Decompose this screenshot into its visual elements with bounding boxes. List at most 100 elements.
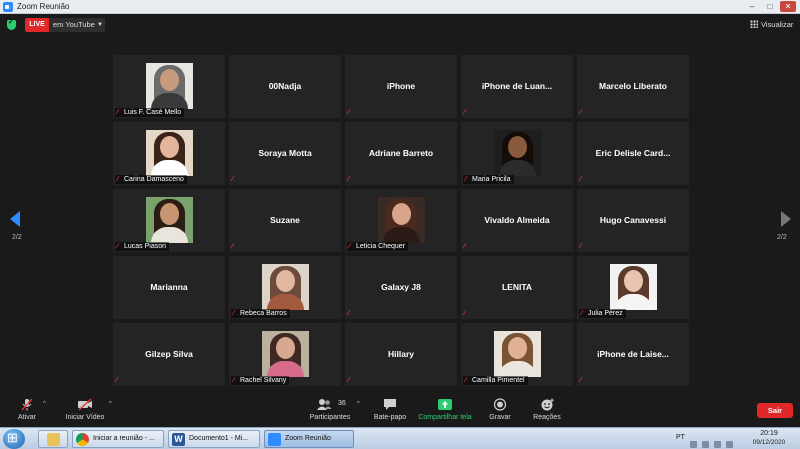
participant-name: Rebeca Barros <box>240 310 287 317</box>
participant-video <box>146 197 193 243</box>
participant-name: iPhone de Luan... <box>481 81 553 91</box>
participant-tile[interactable]: iPhone ⁄ <box>345 55 457 118</box>
participant-name: 00Nadja <box>268 81 302 91</box>
participant-tile[interactable]: ⁄ Rachel Silvany <box>229 323 341 386</box>
tray-volume-icon[interactable] <box>726 441 733 448</box>
participant-name: Maria Pricila <box>472 176 511 183</box>
minimize-icon[interactable]: – <box>744 1 760 12</box>
participant-name: Soraya Motta <box>258 148 312 158</box>
participants-button[interactable]: 36 Participantes <box>305 393 355 427</box>
participant-name-label: ⁄ Rachel Silvany <box>231 376 290 385</box>
muted-mic-icon: ⁄ <box>581 310 583 317</box>
view-button[interactable]: Visualizar <box>750 18 793 32</box>
tray-network-icon[interactable] <box>714 441 721 448</box>
unmute-button[interactable]: Ativar <box>10 393 44 427</box>
muted-mic-icon: ⁄ <box>464 243 466 250</box>
participant-tile[interactable]: ⁄ Lucas Piason <box>113 189 225 252</box>
participant-name: iPhone de Laise... <box>597 349 669 359</box>
participant-tile[interactable]: iPhone de Luan... ⁄ <box>461 55 573 118</box>
participant-tile[interactable]: ⁄ Luis F. Casé Mello <box>113 55 225 118</box>
live-badge: LIVE <box>25 18 49 32</box>
participant-tile[interactable]: Gilzep Silva ⁄ <box>113 323 225 386</box>
taskbar-app-explorer[interactable] <box>38 430 68 448</box>
share-screen-icon <box>438 399 452 410</box>
meeting-toolbar: Ativar ^ Iniciar Vídeo ^ 36 Participante… <box>0 393 800 427</box>
participant-name: Hillary <box>388 349 414 359</box>
start-video-button[interactable]: Iniciar Vídeo <box>62 393 108 427</box>
participant-video <box>494 331 541 377</box>
chrome-icon <box>76 433 89 446</box>
participant-tile[interactable]: ⁄ Camilla Pimentel <box>461 323 573 386</box>
live-stream-button[interactable]: LIVE em YouTube ▼ <box>25 18 105 32</box>
participant-tile[interactable]: iPhone de Laise... ⁄ <box>577 323 689 386</box>
participant-tile[interactable]: Marcelo Liberato ⁄ <box>577 55 689 118</box>
taskbar-app-label: Zoom Reunião <box>285 435 331 442</box>
muted-mic-icon: ⁄ <box>465 377 467 384</box>
muted-mic-icon: ⁄ <box>465 176 467 183</box>
clock-time[interactable]: 20:19 <box>754 430 784 437</box>
participant-name: Camilla Pimentel <box>472 377 525 384</box>
video-options-caret-icon[interactable]: ^ <box>109 401 112 407</box>
tray-flag-icon[interactable] <box>702 441 709 448</box>
previous-page-arrow-icon[interactable] <box>10 211 20 227</box>
word-icon: W <box>172 433 185 446</box>
participant-name: Suzane <box>270 215 300 225</box>
participant-tile[interactable]: Suzane ⁄ <box>229 189 341 252</box>
share-screen-button[interactable]: Compartilhar tela <box>414 393 476 427</box>
security-shield-icon[interactable] <box>7 18 16 30</box>
close-icon[interactable]: ✕ <box>780 1 796 12</box>
participant-video <box>494 130 541 176</box>
record-label: Gravar <box>489 414 511 421</box>
participant-tile[interactable]: Eric Delisle Card... ⁄ <box>577 122 689 185</box>
taskbar-app-label: Iniciar a reunião - ... <box>93 435 155 442</box>
audio-options-caret-icon[interactable]: ^ <box>43 401 46 407</box>
muted-mic-icon: ⁄ <box>117 109 119 116</box>
participant-tile[interactable]: Galaxy J8 ⁄ <box>345 256 457 319</box>
participant-tile[interactable]: Soraya Motta ⁄ <box>229 122 341 185</box>
reactions-smiley-icon <box>541 398 554 411</box>
taskbar-app-word[interactable]: W Documento1 - Mi... <box>168 430 260 448</box>
muted-mic-icon: ⁄ <box>580 109 582 116</box>
window-titlebar: Zoom Reunião – □ ✕ <box>0 0 800 14</box>
language-indicator[interactable]: PT <box>676 434 685 441</box>
system-tray[interactable] <box>690 435 742 448</box>
muted-microphone-icon <box>21 398 33 411</box>
reactions-button[interactable]: Reações <box>528 393 566 427</box>
participant-name: Hugo Canavessi <box>599 215 667 225</box>
taskbar-app-chrome[interactable]: Iniciar a reunião - ... <box>72 430 164 448</box>
participant-name: Adriane Barreto <box>368 148 434 158</box>
participant-tile[interactable]: 00Nadja <box>229 55 341 118</box>
taskbar-app-zoom[interactable]: Zoom Reunião <box>264 430 354 448</box>
live-target-label: em YouTube <box>53 20 95 29</box>
participant-name: LENITA <box>501 282 533 292</box>
zoom-window: Zoom Reunião – □ ✕ LIVE em YouTube ▼ Vis… <box>0 0 800 449</box>
participant-tile[interactable]: ⁄ Julia Pérez <box>577 256 689 319</box>
participant-name: Marianna <box>150 282 188 292</box>
participant-tile[interactable]: Hillary ⁄ <box>345 323 457 386</box>
muted-mic-icon: ⁄ <box>232 176 234 183</box>
page-indicator-right: 2/2 <box>777 234 787 241</box>
zoom-logo-icon <box>3 2 13 12</box>
participant-tile[interactable]: Marianna <box>113 256 225 319</box>
participant-video <box>146 130 193 176</box>
start-button-icon[interactable] <box>3 429 25 449</box>
leave-meeting-button[interactable]: Sair <box>757 403 793 418</box>
participant-tile[interactable]: Adriane Barreto ⁄ <box>345 122 457 185</box>
participant-tile[interactable]: ⁄ Carina Damasceno <box>113 122 225 185</box>
record-button[interactable]: Gravar <box>484 393 516 427</box>
participant-tile[interactable]: ⁄ Leticia Chequer <box>345 189 457 252</box>
participant-tile[interactable]: Vivaldo Almeida ⁄ <box>461 189 573 252</box>
next-page-arrow-icon[interactable] <box>781 211 791 227</box>
participant-tile[interactable]: ⁄ Maria Pricila <box>461 122 573 185</box>
tray-keyboard-icon[interactable] <box>690 441 697 448</box>
participant-tile[interactable]: ⁄ Rebeca Barros <box>229 256 341 319</box>
muted-mic-icon: ⁄ <box>464 109 466 116</box>
reactions-label: Reações <box>533 414 561 421</box>
participants-options-caret-icon[interactable]: ^ <box>357 401 360 407</box>
participant-tile[interactable]: Hugo Canavessi ⁄ <box>577 189 689 252</box>
participant-tile[interactable]: LENITA ⁄ <box>461 256 573 319</box>
maximize-icon[interactable]: □ <box>762 1 778 12</box>
clock-date[interactable]: 09/12/2020 <box>748 439 790 446</box>
chat-button[interactable]: Bate-papo <box>370 393 410 427</box>
taskbar-app-label: Documento1 - Mi... <box>189 435 249 442</box>
